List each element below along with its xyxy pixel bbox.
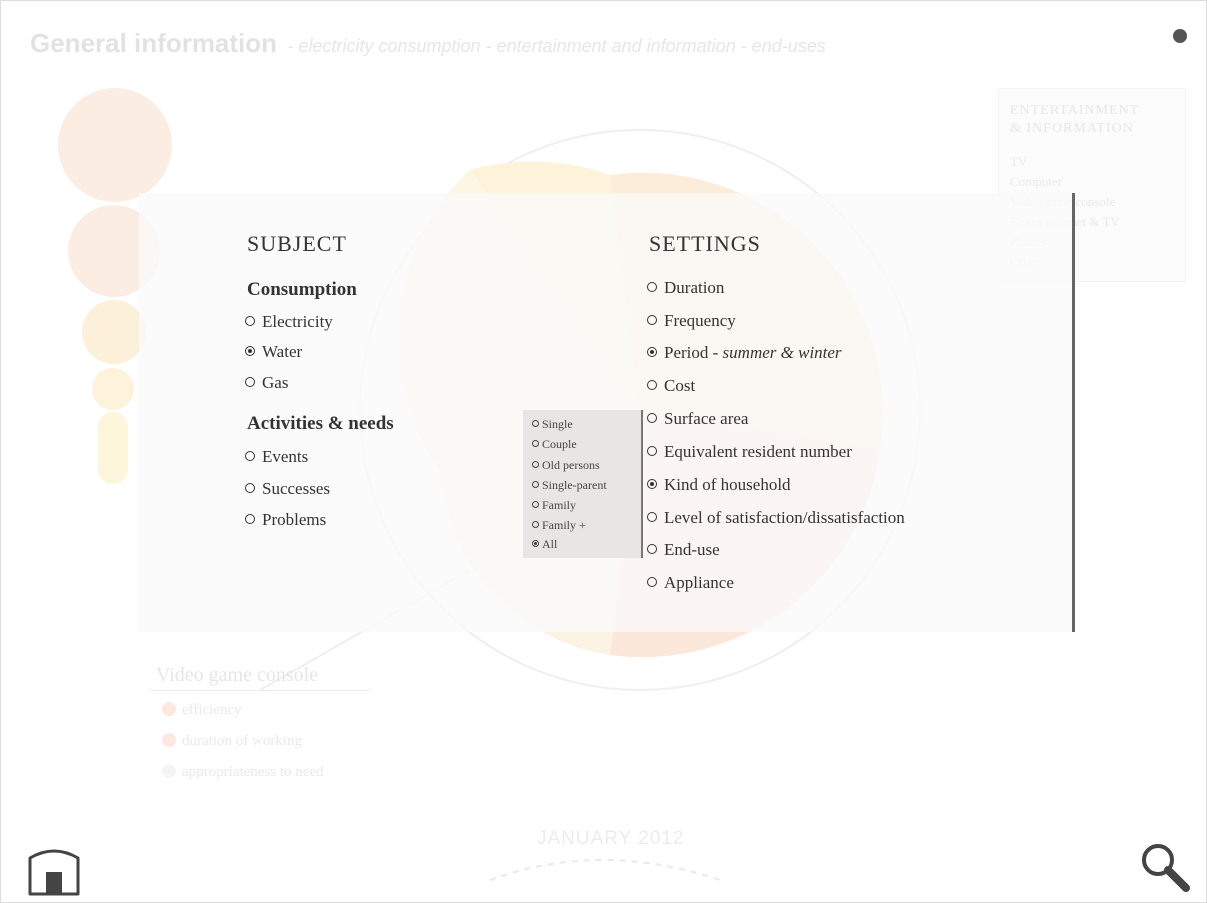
household-single[interactable]: Single bbox=[532, 417, 573, 432]
status-dot-icon bbox=[162, 733, 176, 747]
household-old-persons[interactable]: Old persons bbox=[532, 458, 600, 473]
radio-selected-icon[interactable] bbox=[647, 347, 657, 357]
dot-icon[interactable] bbox=[1173, 29, 1187, 43]
radio-icon[interactable] bbox=[532, 481, 539, 488]
option-duration[interactable]: Duration bbox=[647, 278, 724, 298]
subject-heading: SUBJECT bbox=[247, 231, 347, 256]
option-problems[interactable]: Problems bbox=[245, 510, 326, 530]
option-period[interactable]: Period - summer & winter bbox=[647, 343, 842, 363]
option-satisfaction[interactable]: Level of satisfaction/dissatisfaction bbox=[647, 508, 905, 528]
option-electricity[interactable]: Electricity bbox=[245, 312, 333, 332]
radio-icon[interactable] bbox=[532, 501, 539, 508]
radio-icon[interactable] bbox=[647, 544, 657, 554]
radio-icon[interactable] bbox=[245, 451, 255, 461]
household-couple[interactable]: Couple bbox=[532, 437, 577, 452]
radio-icon[interactable] bbox=[647, 413, 657, 423]
detail-divider bbox=[150, 690, 370, 691]
radio-icon[interactable] bbox=[245, 514, 255, 524]
option-gas[interactable]: Gas bbox=[245, 373, 288, 393]
radio-icon[interactable] bbox=[245, 377, 255, 387]
status-dot-icon bbox=[162, 702, 176, 716]
radio-selected-icon[interactable] bbox=[647, 479, 657, 489]
radio-icon[interactable] bbox=[647, 512, 657, 522]
radio-selected-icon[interactable] bbox=[532, 540, 539, 547]
bubble-large bbox=[58, 88, 172, 202]
option-kind-of-household[interactable]: Kind of household bbox=[647, 475, 791, 495]
radio-icon[interactable] bbox=[647, 380, 657, 390]
radio-icon[interactable] bbox=[532, 461, 539, 468]
bubble-small bbox=[82, 300, 146, 364]
radio-icon[interactable] bbox=[647, 446, 657, 456]
radio-icon[interactable] bbox=[245, 316, 255, 326]
household-all[interactable]: All bbox=[532, 537, 557, 552]
radio-icon[interactable] bbox=[532, 521, 539, 528]
legend-item[interactable]: Computer bbox=[1010, 172, 1120, 192]
household-family-plus[interactable]: Family + bbox=[532, 518, 586, 533]
household-family[interactable]: Family bbox=[532, 498, 576, 513]
bubble-tail bbox=[98, 412, 128, 484]
detail-item: duration of working bbox=[162, 733, 302, 750]
home-icon[interactable] bbox=[26, 840, 82, 901]
legend-title: ENTERTAINMENT & INFORMATION bbox=[1010, 103, 1140, 136]
option-appliance[interactable]: Appliance bbox=[647, 573, 734, 593]
period-detail: summer & winter bbox=[722, 343, 842, 362]
option-cost[interactable]: Cost bbox=[647, 376, 695, 396]
option-resident-number[interactable]: Equivalent resident number bbox=[647, 442, 852, 462]
household-single-parent[interactable]: Single-parent bbox=[532, 478, 607, 493]
option-water[interactable]: Water bbox=[245, 342, 302, 362]
page-subtitle: - electricity consumption - entertainmen… bbox=[287, 36, 826, 56]
radio-icon[interactable] bbox=[647, 282, 657, 292]
activities-heading: Activities & needs bbox=[247, 413, 394, 434]
legend-item[interactable]: TV bbox=[1010, 152, 1120, 172]
option-end-use[interactable]: End-use bbox=[647, 540, 720, 560]
timeline-month: JANUARY 2012 bbox=[537, 828, 685, 849]
radio-icon[interactable] bbox=[647, 315, 657, 325]
settings-heading: SETTINGS bbox=[649, 231, 761, 256]
radio-icon[interactable] bbox=[245, 483, 255, 493]
detail-item: efficiency bbox=[162, 702, 242, 719]
detail-title: Video game console bbox=[156, 664, 319, 686]
radio-selected-icon[interactable] bbox=[245, 346, 255, 356]
consumption-heading: Consumption bbox=[247, 279, 357, 300]
status-dot-icon bbox=[162, 764, 176, 778]
option-events[interactable]: Events bbox=[245, 447, 308, 467]
radio-icon[interactable] bbox=[532, 440, 539, 447]
option-surface-area[interactable]: Surface area bbox=[647, 409, 748, 429]
option-frequency[interactable]: Frequency bbox=[647, 311, 736, 331]
bubble-xsmall bbox=[92, 368, 134, 410]
radio-icon[interactable] bbox=[647, 577, 657, 587]
page-title: General information bbox=[30, 28, 278, 58]
magnifier-icon[interactable] bbox=[1138, 840, 1194, 901]
option-successes[interactable]: Successes bbox=[245, 479, 330, 499]
radio-icon[interactable] bbox=[532, 420, 539, 427]
household-submenu: Single Couple Old persons Single-parent … bbox=[523, 410, 643, 558]
detail-item: appropriateness to need bbox=[162, 764, 324, 781]
page-header: General information - electricity consum… bbox=[30, 28, 826, 59]
